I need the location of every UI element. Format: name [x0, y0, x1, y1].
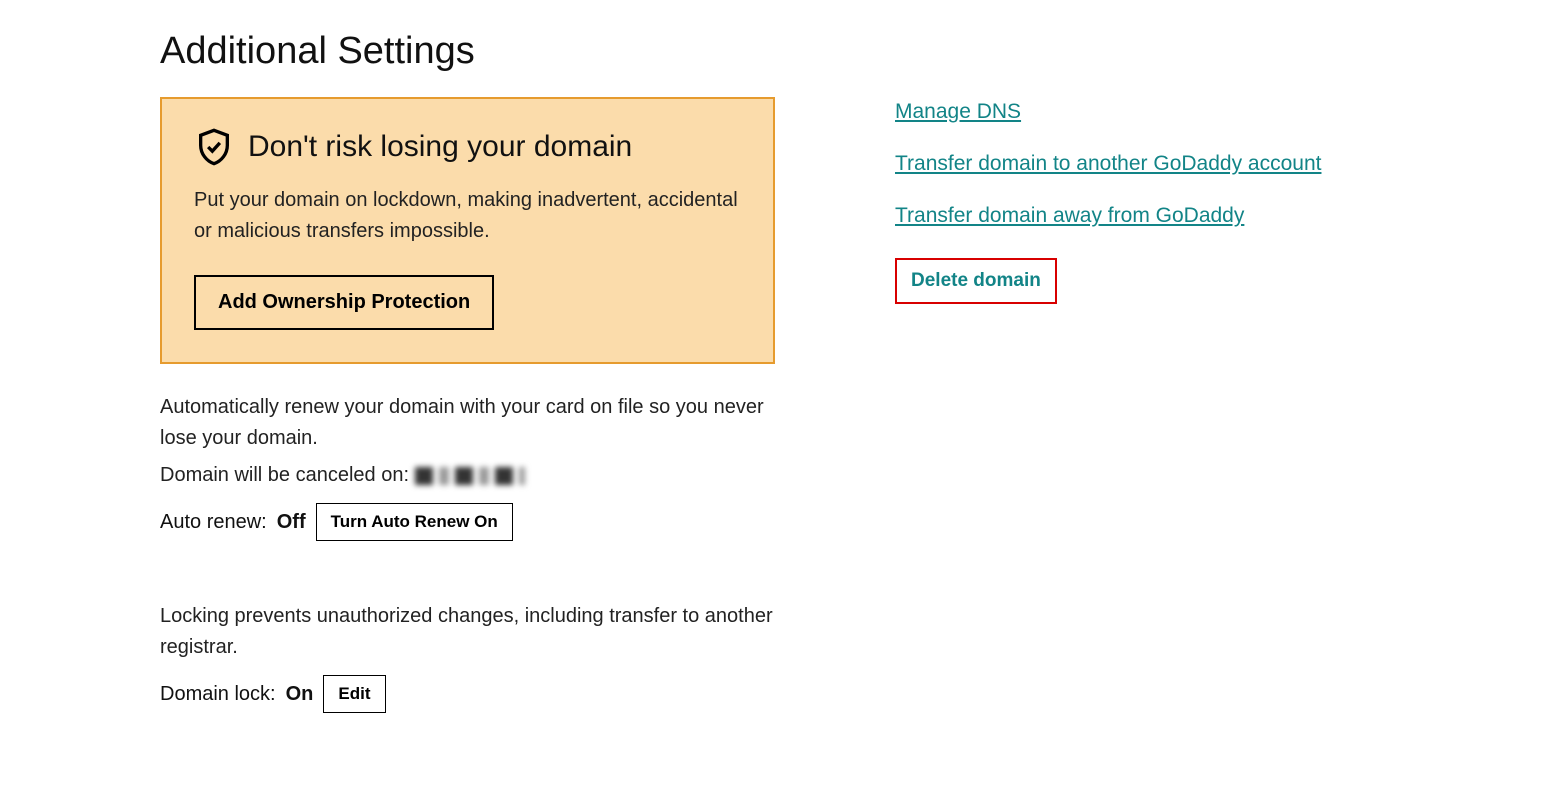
- cancel-date-prefix: Domain will be canceled on:: [160, 464, 409, 486]
- domain-lock-status: On: [286, 683, 314, 706]
- autorenew-description: Automatically renew your domain with you…: [160, 392, 775, 454]
- add-ownership-protection-button[interactable]: Add Ownership Protection: [194, 275, 494, 330]
- autorenew-label: Auto renew:: [160, 511, 267, 534]
- ownership-protection-promo: Don't risk losing your domain Put your d…: [160, 97, 775, 364]
- cancel-date-redacted: [415, 467, 525, 485]
- promo-description: Put your domain on lockdown, making inad…: [194, 185, 741, 247]
- transfer-to-another-account-link[interactable]: Transfer domain to another GoDaddy accou…: [895, 152, 1321, 176]
- delete-domain-highlight: Delete domain: [895, 258, 1057, 304]
- page-heading: Additional Settings: [160, 30, 775, 73]
- delete-domain-link[interactable]: Delete domain: [911, 270, 1041, 291]
- promo-title: Don't risk losing your domain: [248, 130, 632, 164]
- transfer-away-link[interactable]: Transfer domain away from GoDaddy: [895, 204, 1244, 228]
- manage-dns-link[interactable]: Manage DNS: [895, 100, 1021, 124]
- edit-domain-lock-button[interactable]: Edit: [323, 675, 385, 713]
- shield-check-icon: [194, 127, 234, 167]
- lock-description: Locking prevents unauthorized changes, i…: [160, 601, 775, 663]
- domain-lock-label: Domain lock:: [160, 683, 276, 706]
- turn-auto-renew-on-button[interactable]: Turn Auto Renew On: [316, 503, 513, 541]
- cancel-date-line: Domain will be canceled on:: [160, 460, 775, 491]
- autorenew-status: Off: [277, 511, 306, 534]
